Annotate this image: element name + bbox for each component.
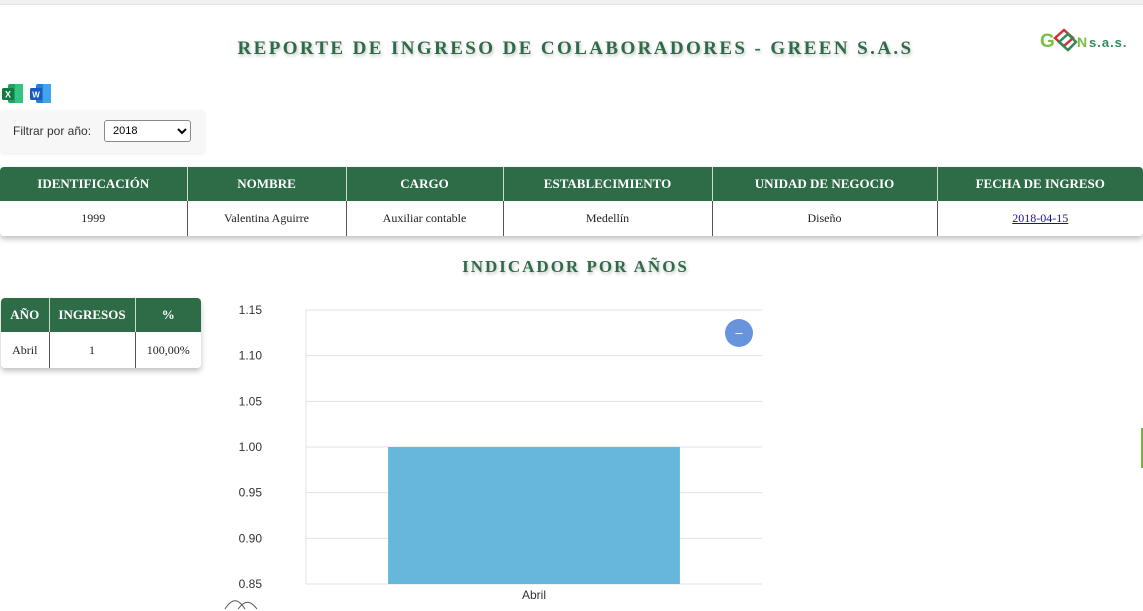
- y-tick-label: 0.90: [239, 531, 263, 545]
- cell-cargo: Auxiliar contable: [346, 201, 504, 236]
- logo-mark: G N: [1040, 26, 1088, 59]
- y-tick-label: 1.00: [239, 440, 263, 454]
- cell-identificacion: 1999: [0, 201, 188, 236]
- chart-bars: [388, 447, 680, 584]
- word-icon[interactable]: W: [30, 83, 52, 104]
- cell-unidad-negocio: Diseño: [712, 201, 938, 236]
- year-filter-label: Filtrar por año:: [13, 124, 92, 138]
- cell-ano: Abril: [1, 332, 50, 368]
- col-header-establecimiento[interactable]: ESTABLECIMIENTO: [503, 167, 713, 201]
- cell-porcentaje: 100,00%: [135, 332, 201, 368]
- table-header-row: IDENTIFICACIÓN NOMBRE CARGO ESTABLECIMIE…: [0, 167, 1143, 201]
- col-header-cargo[interactable]: CARGO: [346, 167, 504, 201]
- chart-x-axis: Abril: [522, 588, 546, 602]
- cell-fecha-ingreso: 2018-04-15: [937, 201, 1143, 236]
- table-row: Abril 1 100,00%: [1, 332, 201, 368]
- col-header-identificacion[interactable]: IDENTIFICACIÓN: [0, 167, 188, 201]
- chart-y-axis: 1.15 1.10 1.05 1.00 0.95 0.90 0.85: [239, 303, 263, 591]
- company-logo: G N s.a.s.: [1040, 26, 1128, 58]
- col-header-fecha-ingreso[interactable]: FECHA DE INGRESO: [937, 167, 1143, 201]
- chart-watermark-icon: [224, 600, 258, 610]
- cell-establecimiento: Medellín: [503, 201, 713, 236]
- svg-text:G: G: [1040, 31, 1055, 52]
- y-tick-label: 0.85: [239, 577, 263, 591]
- cell-ingresos: 1: [49, 332, 136, 368]
- col-header-ingresos[interactable]: INGRESOS: [49, 298, 136, 332]
- col-header-ano[interactable]: AÑO: [1, 298, 50, 332]
- indicator-table: AÑO INGRESOS % Abril 1 100,00%: [1, 298, 201, 368]
- page-title: REPORTE DE INGRESO DE COLABORADORES - GR…: [237, 38, 914, 59]
- svg-text:N: N: [1077, 34, 1087, 50]
- indicator-header-row: AÑO INGRESOS %: [1, 298, 201, 332]
- y-tick-label: 1.10: [239, 349, 263, 363]
- col-header-nombre[interactable]: NOMBRE: [187, 167, 347, 201]
- indicator-title: INDICADOR POR AÑOS: [462, 257, 689, 276]
- col-header-unidad-negocio[interactable]: UNIDAD DE NEGOCIO: [712, 167, 938, 201]
- y-tick-label: 1.15: [239, 303, 263, 317]
- year-select[interactable]: 2018: [104, 120, 191, 142]
- col-header-porcentaje[interactable]: %: [135, 298, 201, 332]
- logo-suffix: s.a.s.: [1089, 34, 1128, 50]
- cell-nombre: Valentina Aguirre: [187, 201, 347, 236]
- zoom-out-button[interactable]: –: [725, 319, 753, 347]
- chart-bar[interactable]: [388, 447, 680, 584]
- word-icon-letter: W: [32, 91, 40, 100]
- y-tick-label: 1.05: [239, 394, 263, 408]
- indicator-chart: 1.15 1.10 1.05 1.00 0.95 0.90 0.85 Abril –: [224, 303, 762, 610]
- y-tick-label: 0.95: [239, 486, 263, 500]
- collaborators-table: IDENTIFICACIÓN NOMBRE CARGO ESTABLECIMIE…: [0, 167, 1143, 236]
- table-row: 1999 Valentina Aguirre Auxiliar contable…: [0, 201, 1143, 236]
- excel-icon[interactable]: X: [2, 83, 24, 104]
- fecha-ingreso-link[interactable]: 2018-04-15: [1012, 211, 1068, 225]
- top-border: [0, 0, 1143, 5]
- year-filter-panel: Filtrar por año: 2018: [0, 110, 205, 153]
- excel-icon-letter: X: [5, 90, 11, 100]
- zoom-out-icon: –: [735, 325, 743, 340]
- x-tick-label: Abril: [522, 588, 546, 602]
